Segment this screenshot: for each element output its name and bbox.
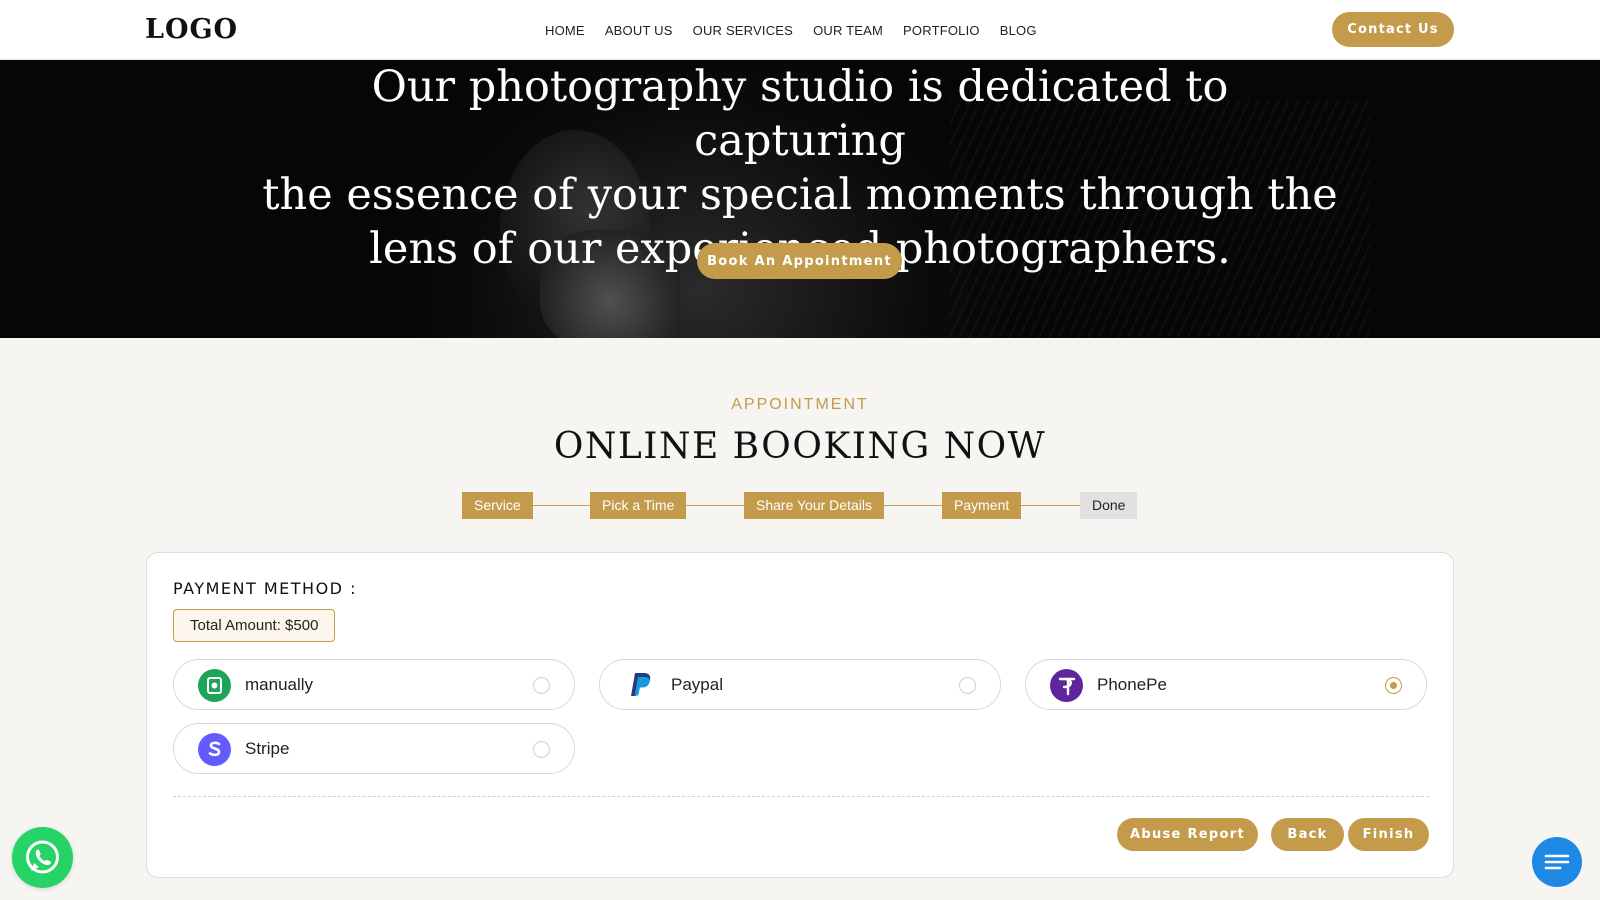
nav-home[interactable]: HOME bbox=[545, 23, 585, 38]
booking-steps: Service Pick a Time Share Your Details P… bbox=[462, 492, 1138, 519]
abuse-report-button[interactable]: Abuse Report bbox=[1117, 818, 1258, 851]
nav-our-team[interactable]: OUR TEAM bbox=[813, 23, 883, 38]
card-divider bbox=[173, 796, 1429, 797]
nav-our-services[interactable]: OUR SERVICES bbox=[693, 23, 793, 38]
phonepe-icon bbox=[1050, 669, 1083, 702]
nav-blog[interactable]: BLOG bbox=[1000, 23, 1037, 38]
payment-option-label: PhonePe bbox=[1097, 675, 1167, 694]
logo[interactable]: LOGO bbox=[145, 14, 238, 45]
step-done[interactable]: Done bbox=[1080, 492, 1138, 519]
step-connector bbox=[882, 505, 942, 506]
radio-phonepe[interactable] bbox=[1385, 677, 1402, 694]
hero-heading-line: the essence of your special moments thro… bbox=[262, 170, 1338, 220]
payment-option-stripe[interactable]: Stripe bbox=[173, 723, 575, 774]
radio-stripe[interactable] bbox=[533, 741, 550, 758]
payment-option-phonepe[interactable]: PhonePe bbox=[1025, 659, 1427, 710]
payment-option-paypal[interactable]: Paypal bbox=[599, 659, 1001, 710]
nav-about-us[interactable]: ABOUT US bbox=[605, 23, 673, 38]
main-nav: HOME ABOUT US OUR SERVICES OUR TEAM PORT… bbox=[545, 23, 1057, 38]
payment-option-label: manually bbox=[245, 675, 314, 694]
payment-option-label: Stripe bbox=[245, 739, 290, 758]
payment-method-heading: PAYMENT METHOD : bbox=[173, 579, 357, 598]
payment-card: PAYMENT METHOD : Total Amount: $500 manu… bbox=[146, 552, 1454, 878]
book-appointment-button[interactable]: Book An Appointment bbox=[697, 243, 902, 279]
total-amount-badge: Total Amount: $500 bbox=[173, 609, 336, 642]
chat-widget-button[interactable] bbox=[1532, 837, 1582, 887]
chat-lines-icon bbox=[1544, 854, 1570, 870]
finish-button[interactable]: Finish bbox=[1348, 818, 1429, 851]
stripe-icon bbox=[198, 733, 231, 766]
hero-heading-line: Our photography studio is dedicated to c… bbox=[371, 62, 1229, 166]
section-eyebrow: APPOINTMENT bbox=[731, 396, 869, 413]
payment-option-manually[interactable]: manually bbox=[173, 659, 575, 710]
hero-banner: Our photography studio is dedicated to c… bbox=[0, 60, 1600, 338]
section-title: ONLINE BOOKING NOW bbox=[553, 426, 1047, 467]
back-button[interactable]: Back bbox=[1271, 818, 1344, 851]
step-payment[interactable]: Payment bbox=[942, 492, 1022, 519]
whatsapp-icon bbox=[26, 840, 59, 874]
paypal-icon bbox=[624, 669, 657, 702]
radio-paypal[interactable] bbox=[959, 677, 976, 694]
payment-option-label: Paypal bbox=[671, 675, 723, 694]
step-service[interactable]: Service bbox=[462, 492, 533, 519]
nav-portfolio[interactable]: PORTFOLIO bbox=[903, 23, 980, 38]
site-header: LOGO HOME ABOUT US OUR SERVICES OUR TEAM… bbox=[0, 0, 1600, 60]
cash-icon bbox=[198, 669, 231, 702]
step-pick-a-time[interactable]: Pick a Time bbox=[590, 492, 687, 519]
step-connector bbox=[1020, 505, 1080, 506]
step-connector bbox=[530, 505, 590, 506]
radio-manually[interactable] bbox=[533, 677, 550, 694]
whatsapp-button[interactable] bbox=[12, 827, 73, 888]
contact-us-button[interactable]: Contact Us bbox=[1332, 12, 1454, 47]
step-share-your-details[interactable]: Share Your Details bbox=[744, 492, 884, 519]
step-connector bbox=[684, 505, 744, 506]
